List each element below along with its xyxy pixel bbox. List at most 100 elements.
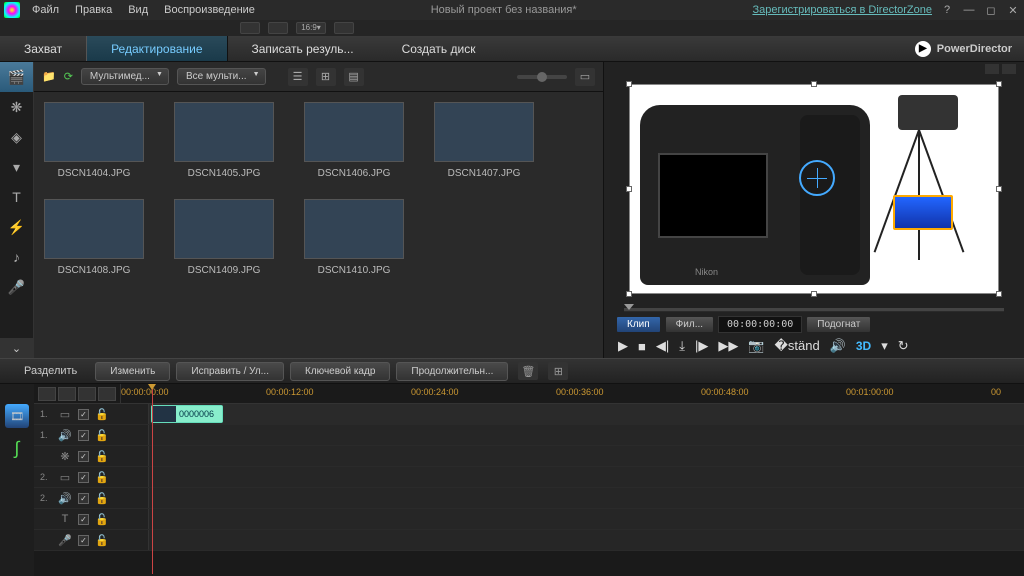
media-thumb[interactable]: DSCN1407.JPG	[434, 102, 534, 179]
time-ruler[interactable]: 00:00:00:0000:00:12:0000:00:24:0000:00:3…	[120, 384, 1024, 403]
menu-play[interactable]: Воспроизведение	[164, 4, 255, 16]
help-icon[interactable]: ?	[940, 3, 954, 17]
modify-button[interactable]: Изменить	[95, 362, 170, 381]
close-icon[interactable]: ✕	[1006, 3, 1020, 17]
mode-produce[interactable]: Записать резуль...	[228, 36, 378, 61]
track-settings-icon[interactable]	[98, 387, 116, 401]
resize-handle[interactable]	[811, 81, 817, 87]
track-visible-checkbox[interactable]: ✓	[78, 514, 89, 525]
track-visible-checkbox[interactable]: ✓	[78, 535, 89, 546]
media-thumb[interactable]: DSCN1406.JPG	[304, 102, 404, 179]
media-filter-dropdown[interactable]: Мультимед...	[81, 68, 169, 85]
next-frame-icon[interactable]: |▶	[695, 338, 708, 354]
volume-icon[interactable]: 🔊	[830, 338, 846, 354]
keyframe-button[interactable]: Ключевой кадр	[290, 362, 390, 381]
track-body[interactable]	[149, 425, 1024, 445]
aspect-button[interactable]: 16:9▾	[296, 22, 326, 34]
media-thumb[interactable]: DSCN1405.JPG	[174, 102, 274, 179]
duration-button[interactable]: Продолжительн...	[396, 362, 508, 381]
audio-room-icon[interactable]: ♪	[0, 242, 33, 272]
media-type-dropdown[interactable]: Все мульти...	[177, 68, 266, 85]
timeline-curve-icon[interactable]: ∫	[5, 436, 29, 460]
resize-handle[interactable]	[996, 81, 1002, 87]
resize-handle[interactable]	[996, 291, 1002, 297]
more-options-icon[interactable]: ⊞	[548, 362, 568, 380]
track-lock-icon[interactable]: 🔓	[95, 471, 109, 484]
media-thumb[interactable]: DSCN1410.JPG	[304, 199, 404, 276]
fix-enhance-button[interactable]: Исправить / Ул...	[176, 362, 284, 381]
expand-icon[interactable]: ⌄	[0, 338, 33, 358]
resize-handle[interactable]	[996, 186, 1002, 192]
split-button[interactable]: Разделить	[12, 365, 89, 377]
voice-room-icon[interactable]: 🎤	[0, 272, 33, 302]
track-body[interactable]: 0000006	[149, 404, 1024, 424]
track-view-1-icon[interactable]	[38, 387, 56, 401]
media-thumb[interactable]: DSCN1404.JPG	[44, 102, 144, 179]
preview-scrubber[interactable]	[604, 302, 1024, 316]
3d-button[interactable]: 3D	[856, 339, 871, 353]
resize-handle[interactable]	[626, 186, 632, 192]
effect-room-icon[interactable]: ❋	[0, 92, 33, 122]
preview-max-icon[interactable]	[1002, 64, 1016, 74]
track-lock-icon[interactable]: 🔓	[95, 513, 109, 526]
mode-edit[interactable]: Редактирование	[86, 36, 227, 61]
thumb-size-slider[interactable]	[517, 75, 567, 79]
mode-capture[interactable]: Захват	[0, 36, 86, 61]
fast-forward-icon[interactable]: ▶▶	[718, 338, 738, 354]
track-visible-checkbox[interactable]: ✓	[78, 451, 89, 462]
view-grid-icon[interactable]: ⊞	[316, 68, 336, 86]
snapshot-icon[interactable]: 📷	[748, 338, 764, 354]
track-body[interactable]	[149, 530, 1024, 550]
maximize-icon[interactable]: ◻	[984, 3, 998, 17]
clip-mode-button[interactable]: Клип	[616, 316, 661, 333]
menu-view[interactable]: Вид	[128, 4, 148, 16]
track-body[interactable]	[149, 488, 1024, 508]
track-visible-checkbox[interactable]: ✓	[78, 430, 89, 441]
view-details-icon[interactable]: ☰	[288, 68, 308, 86]
track-body[interactable]	[149, 467, 1024, 487]
track-visible-checkbox[interactable]: ✓	[78, 472, 89, 483]
3d-dropdown-icon[interactable]: ▾	[881, 338, 888, 354]
resize-handle[interactable]	[626, 291, 632, 297]
track-lock-icon[interactable]: 🔓	[95, 408, 109, 421]
resize-handle[interactable]	[811, 291, 817, 297]
preview-undock-icon[interactable]	[985, 64, 999, 74]
track-view-2-icon[interactable]	[58, 387, 76, 401]
preview-canvas[interactable]: Nikon	[604, 76, 1024, 302]
redo-button[interactable]	[268, 22, 288, 34]
track-body[interactable]	[149, 509, 1024, 529]
view-list-icon[interactable]: ▤	[344, 68, 364, 86]
track-visible-checkbox[interactable]: ✓	[78, 409, 89, 420]
track-visible-checkbox[interactable]: ✓	[78, 493, 89, 504]
refresh-icon[interactable]: ⟳	[64, 70, 73, 83]
import-folder-icon[interactable]: 📁	[42, 70, 56, 83]
track-lock-icon[interactable]: 🔓	[95, 429, 109, 442]
timeline-clip[interactable]: 0000006	[151, 405, 223, 423]
track-body[interactable]	[149, 446, 1024, 466]
step-back-icon[interactable]: ⤓	[679, 338, 685, 354]
tool-button[interactable]	[334, 22, 354, 34]
media-thumb[interactable]: DSCN1408.JPG	[44, 199, 144, 276]
mode-disc[interactable]: Создать диск	[378, 36, 500, 61]
menu-edit[interactable]: Правка	[75, 4, 112, 16]
stop-icon[interactable]: ■	[638, 339, 646, 354]
directorzone-link[interactable]: Зарегистрироваться в DirectorZone	[752, 4, 932, 16]
track-view-3-icon[interactable]	[78, 387, 96, 401]
menu-file[interactable]: Файл	[32, 4, 59, 16]
media-thumb[interactable]: DSCN1409.JPG	[174, 199, 274, 276]
title-room-icon[interactable]: T	[0, 182, 33, 212]
library-menu-icon[interactable]: ▭	[575, 68, 595, 86]
play-icon[interactable]: ▶	[618, 338, 628, 354]
particle-room-icon[interactable]: ▾	[0, 152, 33, 182]
trash-icon[interactable]: 🗑	[518, 362, 538, 380]
transition-room-icon[interactable]: ⚡	[0, 212, 33, 242]
loop-icon[interactable]: ↻	[898, 338, 909, 354]
timeline-video-icon[interactable]: 🎞	[5, 404, 29, 428]
pip-room-icon[interactable]: ◈	[0, 122, 33, 152]
movie-mode-button[interactable]: Фил...	[665, 316, 714, 333]
media-room-icon[interactable]: 🎬	[0, 62, 33, 92]
display-options-icon[interactable]: �ständ	[775, 338, 820, 354]
fit-button[interactable]: Подогнат	[806, 316, 871, 333]
timecode-display[interactable]: 00:00:00:00	[718, 316, 802, 333]
resize-handle[interactable]	[626, 81, 632, 87]
